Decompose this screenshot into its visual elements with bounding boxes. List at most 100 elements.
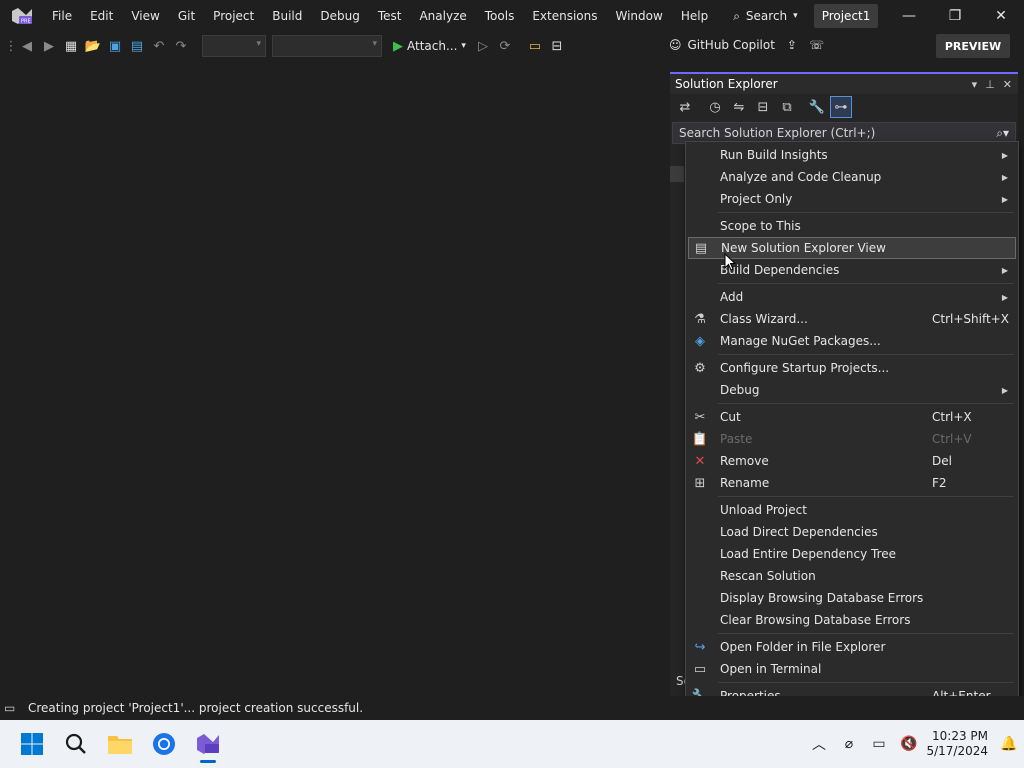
menu-build[interactable]: Build [263, 0, 311, 32]
network-disconnected-icon[interactable]: ⌀ [834, 736, 864, 752]
save-icon[interactable]: ▣ [104, 35, 126, 57]
context-menu-item-clear-browsing-database-errors[interactable]: Clear Browsing Database Errors [686, 609, 1018, 631]
context-menu-item-debug[interactable]: Debug ▶ [686, 379, 1018, 401]
show-hidden-icons-chevron-icon[interactable]: ︿ [804, 734, 834, 754]
close-button[interactable]: ✕ [978, 0, 1024, 32]
save-all-icon[interactable]: ▤ [126, 35, 148, 57]
show-all-files-icon[interactable]: ⧉ [776, 96, 798, 118]
taskbar-search-icon[interactable] [56, 724, 96, 764]
github-copilot-button[interactable]: ☺ GitHub Copilot ⇪ ☏ [669, 38, 824, 52]
pending-changes-filter-icon[interactable]: ◷ [704, 96, 726, 118]
context-menu-item-rescan-solution[interactable]: Rescan Solution [686, 565, 1018, 587]
shortcut-label: Ctrl+X [932, 410, 972, 424]
menu-help[interactable]: Help [672, 0, 717, 32]
context-menu-item-unload-project[interactable]: Unload Project [686, 499, 1018, 521]
layout-icon[interactable]: ⊟ [546, 35, 568, 57]
context-menu-label: Remove [720, 454, 769, 468]
project-context-menu: Run Build Insights ▶ Analyze and Code Clea… [685, 141, 1019, 716]
hot-reload-icon[interactable]: ⟳ [494, 35, 516, 57]
chevron-down-icon: ▾ [793, 11, 798, 21]
collapse-all-icon[interactable]: ⊟ [752, 96, 774, 118]
close-panel-icon[interactable]: ✕ [1003, 78, 1012, 91]
menu-analyze[interactable]: Analyze [410, 0, 475, 32]
context-menu-item-rename[interactable]: ⊞ Rename F2 [686, 472, 1018, 494]
feedback-icon[interactable]: ☏ [809, 38, 824, 52]
properties-wrench-icon[interactable]: 🔧 [806, 96, 828, 118]
menu-extensions[interactable]: Extensions [523, 0, 606, 32]
windows-start-icon[interactable] [12, 724, 52, 764]
submenu-arrow-icon: ▶ [1001, 292, 1008, 302]
menu-project[interactable]: Project [204, 0, 263, 32]
context-menu-item-open-folder-in-file-explorer[interactable]: ↪ Open Folder in File Explorer [686, 636, 1018, 658]
standard-toolbar: ⋮ ◀ ▶ ▦ 📂 ▣ ▤ ↶ ↷ ▶ Attach... ▾ ▷ ⟳ ▭ ⊟ [0, 32, 1024, 60]
search-placeholder: Search Solution Explorer (Ctrl+;) [679, 126, 876, 140]
context-menu-item-open-in-terminal[interactable]: ▭ Open in Terminal [686, 658, 1018, 680]
navigate-forward-icon[interactable]: ▶ [38, 35, 60, 57]
open-file-icon[interactable]: 📂 [82, 35, 104, 57]
context-menu-item-cut[interactable]: ✂ Cut Ctrl+X [686, 406, 1018, 428]
context-menu-item-scope-to-this[interactable]: Scope to This [686, 215, 1018, 237]
context-menu-item-new-solution-explorer-view[interactable]: ▤ New Solution Explorer View [688, 237, 1016, 259]
solution-platform-combo[interactable] [272, 35, 382, 57]
sync-icon[interactable]: ⇋ [728, 96, 750, 118]
context-menu-item-class-wizard[interactable]: ⚗ Class Wizard... Ctrl+Shift+X [686, 308, 1018, 330]
scissors-icon: ✂ [694, 409, 706, 425]
window-position-icon[interactable]: ▾ [972, 78, 978, 91]
visual-studio-logo-icon[interactable]: PRE [11, 7, 33, 25]
new-project-icon[interactable]: ▦ [60, 35, 82, 57]
context-menu-item-load-entire-dependency-tree[interactable]: Load Entire Dependency Tree [686, 543, 1018, 565]
menu-tools[interactable]: Tools [476, 0, 524, 32]
menu-git[interactable]: Git [169, 0, 204, 32]
share-icon[interactable]: ⇪ [787, 38, 797, 52]
redo-icon[interactable]: ↷ [170, 35, 192, 57]
context-menu-label: Display Browsing Database Errors [720, 591, 924, 605]
chevron-down-icon: ▾ [461, 41, 466, 51]
file-explorer-icon[interactable] [100, 724, 140, 764]
preview-badge[interactable]: PREVIEW [936, 34, 1010, 58]
start-without-debugging-icon[interactable]: ▷ [472, 35, 494, 57]
context-menu-item-run-build-insights[interactable]: Run Build Insights ▶ [686, 144, 1018, 166]
context-menu-label: Configure Startup Projects... [720, 361, 890, 375]
menu-window[interactable]: Window [607, 0, 672, 32]
menu-file[interactable]: File [43, 0, 81, 32]
context-menu-item-project-only[interactable]: Project Only ▶ [686, 188, 1018, 210]
display-icon[interactable]: ▭ [864, 736, 894, 752]
switch-views-icon[interactable]: ⇄ [674, 96, 696, 118]
attach-button[interactable]: ▶ Attach... ▾ [393, 39, 466, 54]
context-menu-item-configure-startup-projects[interactable]: ⚙ Configure Startup Projects... [686, 357, 1018, 379]
context-menu-item-load-direct-dependencies[interactable]: Load Direct Dependencies [686, 521, 1018, 543]
browse-folder-icon[interactable]: ▭ [524, 35, 546, 57]
search-menu[interactable]: ⌕ Search ▾ [723, 9, 808, 24]
search-icon[interactable]: ⌕▾ [996, 126, 1015, 141]
volume-muted-icon[interactable]: 🔇 [894, 736, 924, 752]
menu-debug[interactable]: Debug [311, 0, 368, 32]
visual-studio-taskbar-icon[interactable] [188, 724, 228, 764]
pin-icon[interactable]: ⊥ [985, 78, 995, 91]
context-menu-label: Load Entire Dependency Tree [720, 547, 897, 561]
solution-configuration-combo[interactable] [202, 35, 266, 57]
undo-icon[interactable]: ↶ [148, 35, 170, 57]
terminal-icon: ▭ [693, 661, 707, 677]
context-menu-label: Run Build Insights [720, 148, 828, 162]
navigate-back-icon[interactable]: ◀ [16, 35, 38, 57]
context-menu-item-display-browsing-database-errors[interactable]: Display Browsing Database Errors [686, 587, 1018, 609]
context-menu-item-manage-nuget-packages[interactable]: ◈ Manage NuGet Packages... [686, 330, 1018, 352]
context-menu-item-add[interactable]: Add ▶ [686, 286, 1018, 308]
chrome-browser-icon[interactable] [144, 724, 184, 764]
restore-button[interactable]: ❐ [932, 0, 978, 32]
rename-icon: ⊞ [694, 475, 706, 491]
context-menu-item-analyze-and-code-cleanup[interactable]: Analyze and Code Cleanup ▶ [686, 166, 1018, 188]
notification-icon[interactable]: ▭ [4, 701, 24, 715]
preview-selected-items-icon[interactable]: ⊶ [830, 96, 852, 118]
clock[interactable]: 10:23 PM 5/17/2024 [924, 729, 988, 759]
context-menu-label: Cut [720, 410, 741, 424]
menu-edit[interactable]: Edit [81, 0, 122, 32]
minimize-button[interactable]: — [886, 0, 932, 32]
menu-view[interactable]: View [122, 0, 168, 32]
context-menu-item-remove[interactable]: ✕ Remove Del [686, 450, 1018, 472]
menu-test[interactable]: Test [369, 0, 411, 32]
context-menu-item-paste[interactable]: 📋 Paste Ctrl+V [686, 428, 1018, 450]
context-menu-label: Unload Project [720, 503, 807, 517]
notifications-bell-icon[interactable]: 🔔 [994, 736, 1024, 752]
submenu-arrow-icon: ▶ [1001, 265, 1008, 275]
